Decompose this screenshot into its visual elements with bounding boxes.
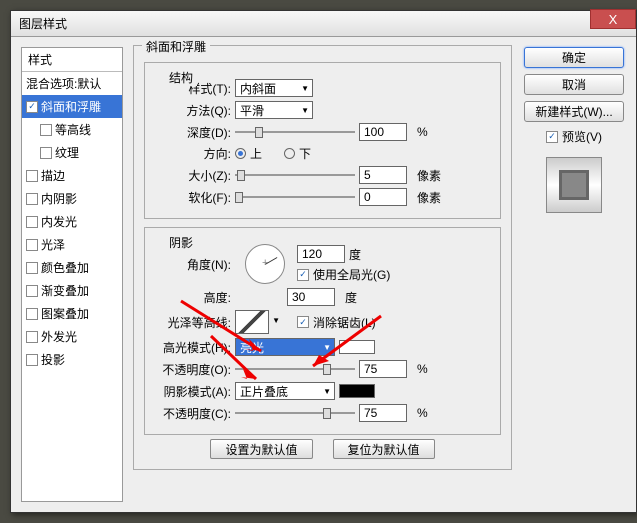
technique-label: 方法(Q):	[155, 102, 231, 119]
item-gradient-overlay[interactable]: 渐变叠加	[22, 279, 122, 302]
checkbox-icon[interactable]	[26, 308, 38, 320]
checkbox-icon[interactable]	[26, 170, 38, 182]
content-area: 样式 混合选项:默认 斜面和浮雕 等高线 纹理 描边 内阴影 内发光 光泽 颜色…	[11, 37, 636, 512]
shading-legend: 阴影	[165, 234, 197, 251]
item-drop-shadow[interactable]: 投影	[22, 348, 122, 371]
item-inner-glow[interactable]: 内发光	[22, 210, 122, 233]
checkbox-icon[interactable]	[26, 216, 38, 228]
altitude-input[interactable]: 30	[287, 288, 335, 306]
checkbox-icon[interactable]	[26, 101, 38, 113]
technique-combo[interactable]: 平滑	[235, 101, 313, 119]
gloss-contour-picker[interactable]	[235, 310, 269, 334]
checkbox-icon[interactable]	[26, 331, 38, 343]
checkbox-icon[interactable]	[40, 124, 52, 136]
item-inner-shadow[interactable]: 内阴影	[22, 187, 122, 210]
checkbox-icon[interactable]	[26, 285, 38, 297]
soften-input[interactable]: 0	[359, 188, 407, 206]
direction-down-radio[interactable]	[284, 148, 295, 159]
preview-thumbnail	[546, 157, 602, 213]
cancel-button[interactable]: 取消	[524, 74, 624, 95]
item-pattern-overlay[interactable]: 图案叠加	[22, 302, 122, 325]
item-contour[interactable]: 等高线	[22, 118, 122, 141]
shadow-opacity-slider[interactable]	[235, 406, 355, 420]
preview-checkbox[interactable]	[546, 131, 558, 143]
bevel-legend: 斜面和浮雕	[142, 38, 210, 55]
shadow-opacity-input[interactable]: 75	[359, 404, 407, 422]
size-label: 大小(Z):	[155, 167, 231, 184]
structure-legend: 结构	[165, 69, 197, 86]
reset-default-button[interactable]: 设置为默认值	[210, 439, 312, 459]
checkbox-icon[interactable]	[26, 239, 38, 251]
highlight-opacity-input[interactable]: 75	[359, 360, 407, 378]
item-texture[interactable]: 纹理	[22, 141, 122, 164]
checkbox-icon[interactable]	[26, 354, 38, 366]
direction-label: 方向:	[155, 145, 231, 162]
shading-group: 阴影 角度(N): 120度 使用全局光(G) 高度:30度 光泽等高线:消除锯…	[144, 227, 501, 435]
highlight-mode-combo[interactable]: 亮光	[235, 338, 335, 356]
bevel-fieldset: 斜面和浮雕 结构 样式(T):内斜面 方法(Q):平滑 深度(D):100% 方…	[133, 45, 512, 470]
angle-dial[interactable]	[245, 244, 285, 284]
soften-slider[interactable]	[235, 190, 355, 204]
item-stroke[interactable]: 描边	[22, 164, 122, 187]
angle-label: 角度(N):	[155, 256, 231, 273]
antialias-checkbox[interactable]	[297, 316, 309, 328]
item-blend-options[interactable]: 混合选项:默认	[22, 72, 122, 95]
global-light-checkbox[interactable]	[297, 269, 309, 281]
checkbox-icon[interactable]	[40, 147, 52, 159]
direction-up-radio[interactable]	[235, 148, 246, 159]
dialog-window: 图层样式 X 样式 混合选项:默认 斜面和浮雕 等高线 纹理 描边 内阴影 内发…	[10, 10, 637, 513]
structure-group: 结构 样式(T):内斜面 方法(Q):平滑 深度(D):100% 方向:上下 大…	[144, 62, 501, 219]
size-input[interactable]: 5	[359, 166, 407, 184]
shadow-mode-label: 阴影模式(A):	[155, 383, 231, 400]
highlight-opacity-slider[interactable]	[235, 362, 355, 376]
highlight-color-swatch[interactable]	[339, 340, 375, 354]
style-list-header: 样式	[22, 48, 122, 72]
shadow-opacity-label: 不透明度(C):	[155, 405, 231, 422]
preview-inner-icon	[559, 170, 589, 200]
item-bevel-emboss[interactable]: 斜面和浮雕	[22, 95, 122, 118]
highlight-mode-label: 高光模式(H):	[155, 339, 231, 356]
shadow-mode-combo[interactable]: 正片叠底	[235, 382, 335, 400]
settings-panel: 斜面和浮雕 结构 样式(T):内斜面 方法(Q):平滑 深度(D):100% 方…	[127, 43, 518, 506]
angle-input[interactable]: 120	[297, 245, 345, 263]
ok-button[interactable]: 确定	[524, 47, 624, 68]
titlebar[interactable]: 图层样式 X	[11, 11, 636, 37]
soften-label: 软化(F):	[155, 189, 231, 206]
highlight-opacity-label: 不透明度(O):	[155, 361, 231, 378]
style-list: 样式 混合选项:默认 斜面和浮雕 等高线 纹理 描边 内阴影 内发光 光泽 颜色…	[21, 47, 123, 502]
style-combo[interactable]: 内斜面	[235, 79, 313, 97]
restore-default-button[interactable]: 复位为默认值	[333, 439, 435, 459]
depth-slider[interactable]	[235, 125, 355, 139]
item-satin[interactable]: 光泽	[22, 233, 122, 256]
action-panel: 确定 取消 新建样式(W)... 预览(V)	[518, 43, 630, 506]
depth-input[interactable]: 100	[359, 123, 407, 141]
checkbox-icon[interactable]	[26, 262, 38, 274]
size-slider[interactable]	[235, 168, 355, 182]
item-color-overlay[interactable]: 颜色叠加	[22, 256, 122, 279]
gloss-contour-label: 光泽等高线:	[155, 314, 231, 331]
item-outer-glow[interactable]: 外发光	[22, 325, 122, 348]
new-style-button[interactable]: 新建样式(W)...	[524, 101, 624, 122]
shadow-color-swatch[interactable]	[339, 384, 375, 398]
checkbox-icon[interactable]	[26, 193, 38, 205]
window-title: 图层样式	[19, 15, 67, 32]
depth-label: 深度(D):	[155, 124, 231, 141]
altitude-label: 高度:	[155, 289, 231, 306]
close-button[interactable]: X	[590, 9, 636, 29]
